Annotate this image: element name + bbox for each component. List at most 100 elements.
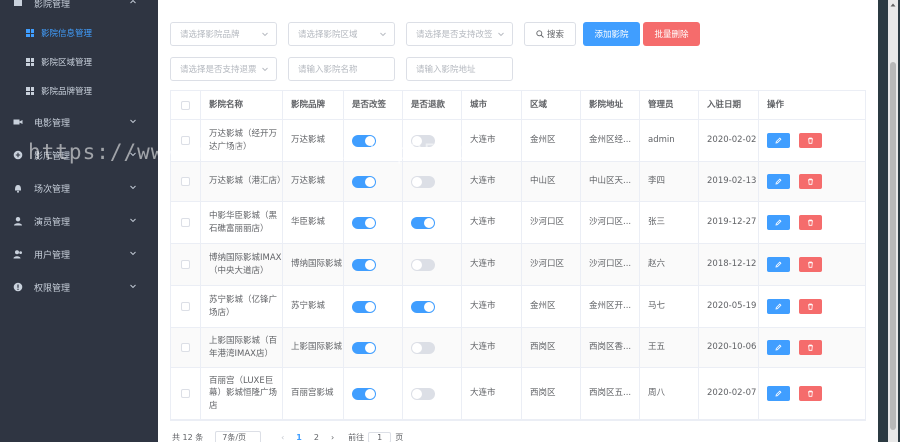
refund-switch[interactable] — [411, 300, 435, 313]
edit-button[interactable] — [767, 257, 790, 272]
row-checkbox[interactable] — [181, 302, 190, 311]
add-cinema-button[interactable]: 添加影院 — [583, 22, 640, 46]
delete-button[interactable] — [799, 133, 822, 148]
sidebar-item-actor[interactable]: 演员管理 — [0, 206, 158, 236]
edit-button[interactable] — [767, 340, 790, 355]
region-cell: 金州区 — [522, 120, 581, 161]
select-all-checkbox[interactable] — [181, 100, 190, 110]
page-size-select[interactable]: 7条/页 — [215, 430, 262, 442]
edit-button[interactable] — [767, 299, 790, 314]
rebook-switch[interactable] — [352, 258, 376, 271]
city-cell: 大连市 — [462, 120, 522, 161]
rebook-switch[interactable] — [352, 387, 376, 400]
delete-button[interactable] — [799, 257, 822, 272]
rebook-cell — [344, 286, 403, 327]
refund-select[interactable]: 请选择是否支持退票 — [170, 57, 277, 81]
switch-knob — [365, 176, 375, 187]
batch-delete-button[interactable]: 批量删除 — [643, 22, 700, 46]
refund-cell — [403, 328, 462, 367]
header-cell: 入驻日期 — [699, 91, 759, 119]
page-size-value: 7条/页 — [222, 432, 247, 442]
next-page-icon[interactable]: › — [331, 433, 334, 442]
prev-page-icon[interactable]: ‹ — [281, 433, 284, 442]
scroll-up-icon[interactable] — [890, 2, 896, 8]
delete-button[interactable] — [799, 386, 822, 401]
city-cell: 大连市 — [462, 244, 522, 285]
refund-select-placeholder: 请选择是否支持退票 — [180, 65, 257, 75]
sidebar-item-session[interactable]: 场次管理 — [0, 173, 158, 203]
cinema-address-input[interactable]: 请输入影院地址 — [406, 57, 513, 81]
region-select[interactable]: 请选择影院区域 — [288, 22, 395, 46]
rebook-switch[interactable] — [352, 341, 376, 354]
rebook-switch[interactable] — [352, 134, 376, 147]
refund-switch[interactable] — [411, 387, 435, 400]
chevron-down-icon — [130, 185, 136, 190]
cinema-name-input[interactable]: 请输入影院名称 — [288, 57, 395, 81]
delete-button[interactable] — [799, 340, 822, 355]
row-checkbox[interactable] — [181, 136, 190, 145]
rebook-cell — [344, 244, 403, 285]
sidebar-subitem-cinema-brand[interactable]: 影院品牌管理 — [0, 77, 158, 105]
rebook-switch[interactable] — [352, 300, 376, 313]
refund-cell — [403, 244, 462, 285]
row-checkbox[interactable] — [181, 177, 190, 186]
cinema-table: 影院名称 影院品牌 是否改签 是否退款 城市 区域 影院地址 管理员 入驻日期 … — [170, 90, 866, 421]
sidebar-subitem-label: 影院信息管理 — [41, 29, 93, 39]
rebook-switch[interactable] — [352, 175, 376, 188]
refund-switch[interactable] — [411, 216, 435, 229]
delete-button[interactable] — [799, 299, 822, 314]
row-checkbox[interactable] — [181, 343, 190, 352]
search-button[interactable]: 搜索 — [524, 22, 576, 46]
pencil-icon — [775, 390, 782, 397]
chevron-down-icon — [130, 218, 136, 223]
refund-switch[interactable] — [411, 175, 435, 188]
cinema-name-placeholder: 请输入影院名称 — [298, 65, 358, 75]
cinema-name-cell: 上影国际影城（百年港湾IMAX店） — [201, 328, 283, 367]
switch-knob — [365, 301, 375, 312]
chevron-down-icon — [498, 32, 504, 37]
date-cell: 2018-12-12 — [699, 244, 759, 285]
actions-cell — [759, 286, 847, 327]
header-cell: 操作 — [767, 99, 785, 110]
edit-button[interactable] — [767, 215, 790, 230]
refund-switch[interactable] — [411, 134, 435, 147]
rebook-select[interactable]: 请选择是否支持改签 — [406, 22, 513, 46]
refund-switch[interactable] — [411, 258, 435, 271]
page-number[interactable]: 1 — [296, 433, 302, 442]
delete-button[interactable] — [799, 215, 822, 230]
sidebar-item-movie[interactable]: 电影管理 — [0, 107, 158, 137]
sidebar-item-cinema[interactable]: 影院管理 — [0, 0, 158, 18]
refund-cell — [403, 202, 462, 243]
cinema-name-cell: 苏宁影城（亿锋广场店） — [201, 286, 283, 327]
region-cell: 沙河口区 — [522, 202, 581, 243]
page-number[interactable]: 2 — [314, 433, 319, 442]
row-checkbox[interactable] — [181, 218, 190, 227]
sidebar-item-label: 电影管理 — [34, 118, 71, 129]
goto-input[interactable]: 1 — [368, 431, 392, 442]
refund-switch[interactable] — [411, 341, 435, 354]
rebook-switch[interactable] — [352, 216, 376, 229]
sidebar-item-user[interactable]: 用户管理 — [0, 239, 158, 269]
row-select-cell — [171, 120, 201, 161]
scrollbar-thumb[interactable] — [890, 62, 896, 430]
brand-select[interactable]: 请选择影院品牌 — [170, 22, 277, 46]
sidebar-item-permission[interactable]: 权限管理 — [0, 272, 158, 302]
table-row: 万达影城（港汇店） 万达影城 大连市 中山区 中山区天... 李四 2019-02-13 — [171, 162, 865, 202]
sidebar-item-hall[interactable]: 影厅管理 — [0, 140, 158, 170]
sidebar-item-label: 用户管理 — [34, 250, 71, 261]
chevron-down-icon — [262, 67, 268, 72]
row-checkbox[interactable] — [181, 389, 190, 398]
switch-knob — [365, 388, 375, 399]
film-icon — [13, 119, 23, 125]
edit-button[interactable] — [767, 133, 790, 148]
sidebar-subitem-cinema-info[interactable]: 影院信息管理 — [0, 19, 158, 47]
chevron-down-icon — [130, 251, 136, 256]
sidebar-subitem-cinema-region[interactable]: 影院区域管理 — [0, 48, 158, 76]
delete-button[interactable] — [799, 174, 822, 189]
row-select-cell — [171, 162, 201, 201]
edit-button[interactable] — [767, 174, 790, 189]
edit-button[interactable] — [767, 386, 790, 401]
row-checkbox[interactable] — [181, 260, 190, 269]
trash-icon — [808, 178, 813, 185]
switch-knob — [412, 388, 422, 399]
